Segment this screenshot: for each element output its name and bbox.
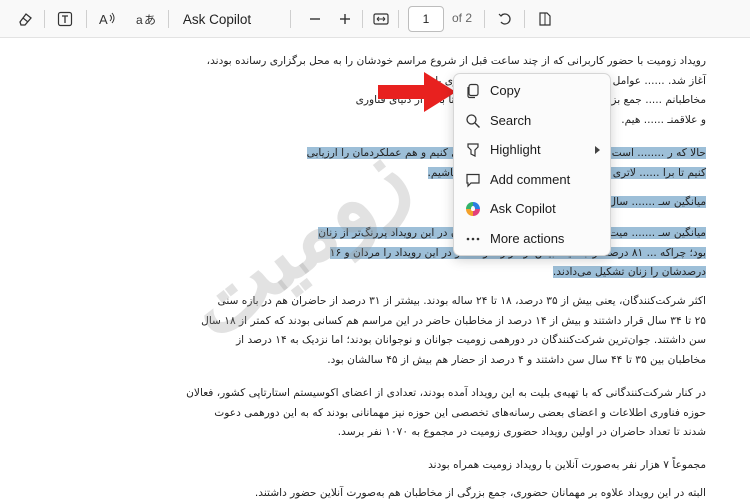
eraser-icon[interactable]	[14, 6, 36, 32]
toolbar-divider	[524, 10, 525, 28]
copilot-icon	[466, 202, 480, 216]
fit-width-icon[interactable]	[370, 6, 392, 32]
paragraph-guests: در کنار شرکت‌کنندگانی که با تهیه‌ی بلیت …	[46, 384, 706, 443]
document-page[interactable]: . . . . . . . . . . رویداد زومیت با حضور…	[0, 38, 750, 503]
read-aloud-icon[interactable]: A	[96, 6, 118, 32]
text-line: شدند تا تعداد حاضران در اولین رویداد حضو…	[337, 426, 706, 438]
menu-item-label: Ask Copilot	[490, 201, 556, 217]
zoom-in-icon[interactable]	[334, 6, 356, 32]
svg-text:a: a	[136, 13, 143, 27]
menu-item-more-actions[interactable]: More actions	[454, 224, 610, 254]
highlighted-text: درصدشان را زنان تشکیل می‌دادند.	[552, 266, 706, 278]
toolbar-divider	[362, 10, 363, 28]
heading-online: مجموعاً ۷ هزار نفر به‌صورت آنلاین با روی…	[46, 456, 706, 476]
red-arrow-annotation	[378, 72, 456, 112]
menu-item-label: Add comment	[490, 171, 571, 187]
zoom-out-icon[interactable]	[304, 6, 326, 32]
paragraph-online: البته در این رویداد علاوه بر مهمانان حضو…	[46, 484, 706, 503]
toolbar-divider	[398, 10, 399, 28]
toolbar-divider	[290, 10, 291, 28]
page-count-label: of 2	[452, 11, 473, 25]
menu-item-search[interactable]: Search	[454, 106, 610, 136]
text-line: حوزه فناوری اطلاعات و اعضای بعضی رسانه‌ه…	[214, 406, 706, 419]
svg-text:あ: あ	[144, 13, 156, 27]
text-line: مجموعاً ۷ هزار نفر به‌صورت آنلاین با روی…	[428, 459, 706, 471]
menu-item-highlight[interactable]: Highlight	[454, 135, 610, 165]
more-icon	[466, 237, 480, 240]
text-line: مخاطبان بین ۳۵ تا ۴۴ سال سن داشتند و ۴ د…	[327, 353, 706, 366]
context-menu: Copy Search Highlight Add comment Ask Co…	[453, 73, 611, 256]
text-line: رویداد زومیت با حضور کاربرانی که از چند …	[206, 55, 706, 67]
text-line: البته در این رویداد علاوه بر مهمانان حضو…	[254, 487, 706, 499]
toolbar-divider	[44, 10, 45, 28]
text-line: ۲۵ تا ۳۴ سال قرار داشتند و بیش از ۱۴ درص…	[201, 314, 706, 327]
text-line: در کنار شرکت‌کنندگانی که با تهیه‌ی بلیت …	[186, 387, 706, 399]
menu-item-add-comment[interactable]: Add comment	[454, 165, 610, 195]
svg-text:A: A	[99, 12, 108, 27]
toolbar-divider	[168, 10, 169, 28]
paragraph-ages: اکثر شرکت‌کنندگان، یعنی بیش از ۳۵ درصد، …	[46, 292, 706, 370]
menu-item-label: Copy	[490, 83, 521, 99]
translate-icon[interactable]: aあ	[134, 6, 158, 32]
ask-copilot-button[interactable]: Ask Copilot	[180, 6, 254, 32]
text-box-icon[interactable]	[54, 6, 76, 32]
text-line: اکثر شرکت‌کنندگان، یعنی بیش از ۳۵ درصد، …	[217, 295, 706, 307]
comment-icon	[466, 173, 480, 187]
chevron-right-icon	[595, 146, 600, 154]
text-line: سن داشتند. جوان‌ترین شرکت‌کنندگان در دور…	[236, 334, 706, 346]
search-icon	[466, 113, 480, 128]
rotate-icon[interactable]	[494, 6, 516, 32]
page-number-input[interactable]: 1	[408, 6, 444, 32]
toolbar: A aあ Ask Copilot 1 of 2	[0, 0, 750, 38]
highlighter-icon	[467, 143, 479, 157]
top-partial-line: . . . . . . . . . .	[46, 38, 706, 46]
ask-copilot-label: Ask Copilot	[182, 11, 252, 27]
toolbar-divider	[484, 10, 485, 28]
toolbar-divider	[86, 10, 87, 28]
menu-item-label: Highlight	[490, 142, 541, 158]
copy-icon	[467, 83, 479, 99]
menu-item-ask-copilot[interactable]: Ask Copilot	[454, 194, 610, 224]
page-view-icon[interactable]	[534, 6, 556, 32]
menu-item-label: Search	[490, 112, 532, 128]
menu-item-label: More actions	[490, 230, 565, 246]
menu-item-copy[interactable]: Copy	[454, 76, 610, 106]
